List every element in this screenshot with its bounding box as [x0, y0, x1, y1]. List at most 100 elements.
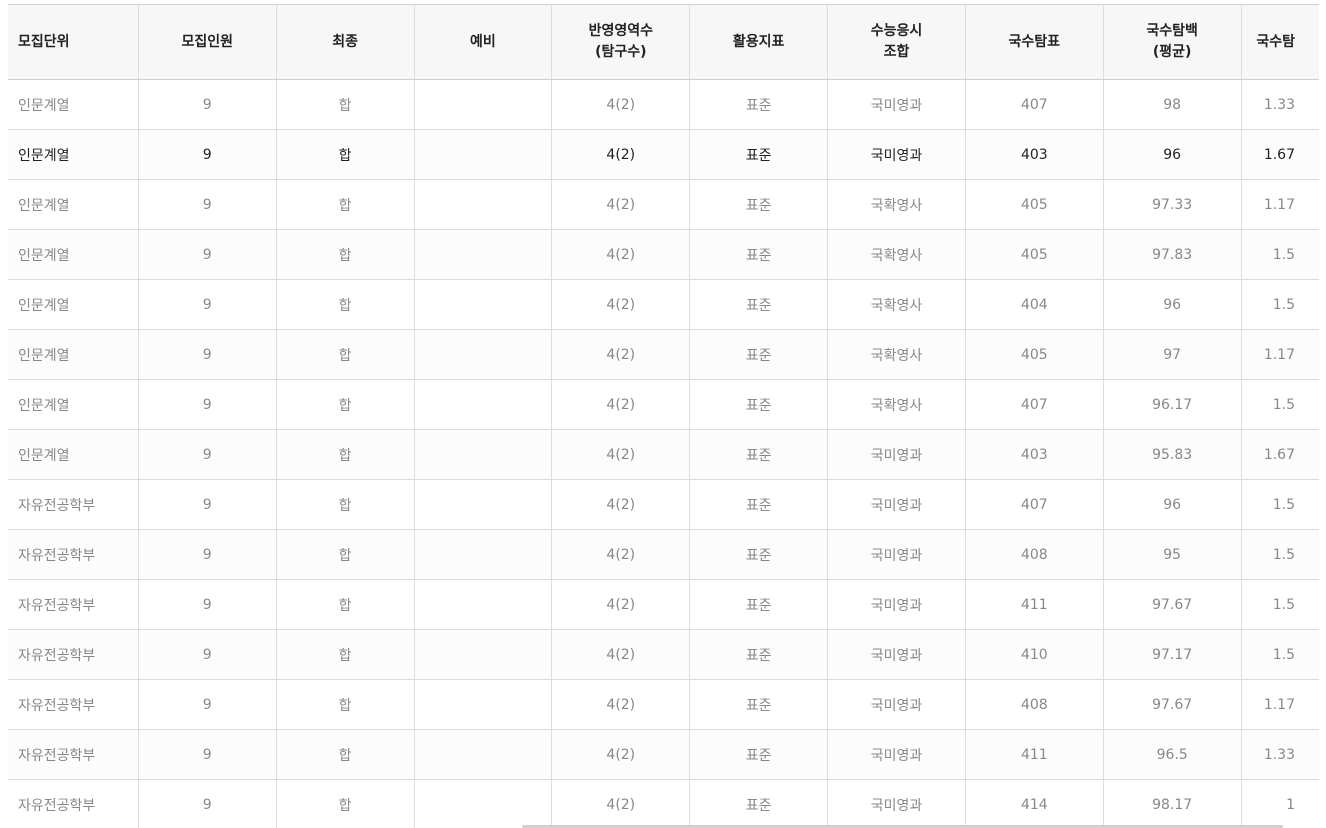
table-row: 인문계열 9 합 4(2) 표준 국확영사 405 97 1.17	[8, 329, 1319, 380]
header-label: 예비	[470, 33, 496, 50]
cell-grade: 1.17	[1240, 329, 1319, 380]
cell-area-count: 4(2)	[551, 529, 690, 580]
cell-percentile-avg: 96	[1102, 479, 1242, 530]
cell-recruit-count: 9	[137, 729, 277, 780]
cell-waitlist	[413, 529, 552, 580]
cell-final: 합	[275, 679, 415, 730]
header-label: 국수탐백	[1146, 23, 1198, 39]
cell-percentile-avg: 96.17	[1102, 379, 1242, 430]
cell-metric: 표준	[689, 279, 828, 330]
cell-recruit-count: 9	[137, 79, 277, 130]
header-label: 국수탐표	[1008, 33, 1061, 50]
cell-recruit-unit: 인문계열	[8, 179, 139, 230]
header-label: 반영영역수	[588, 23, 653, 39]
cell-exam-combo: 국확영사	[827, 179, 966, 230]
cell-grade: 1.67	[1240, 129, 1319, 180]
cell-exam-combo: 국미영과	[827, 729, 966, 780]
cell-exam-combo: 국확영사	[827, 329, 966, 380]
table-row: 자유전공학부 9 합 4(2) 표준 국미영과 411 97.67 1.5	[8, 579, 1319, 630]
cell-final: 합	[275, 129, 415, 180]
cell-area-count: 4(2)	[551, 329, 690, 380]
cell-waitlist	[413, 729, 552, 780]
results-table: 모집단위 모집인원 최종 예비 반영영역수 (탐구수) 활용지표 수능응시 조합 국수탐표 국수탐백…	[8, 4, 1319, 828]
cell-metric: 표준	[689, 629, 828, 680]
cell-grade: 1.67	[1240, 429, 1319, 480]
cell-exam-combo: 국미영과	[827, 129, 966, 180]
cell-recruit-unit: 자유전공학부	[8, 779, 139, 828]
cell-area-count: 4(2)	[551, 429, 690, 480]
cell-waitlist	[413, 329, 552, 380]
cell-area-count: 4(2)	[551, 629, 690, 680]
cell-waitlist	[413, 229, 552, 280]
cell-recruit-unit: 자유전공학부	[8, 479, 139, 530]
cell-final: 합	[275, 179, 415, 230]
cell-area-count: 4(2)	[551, 679, 690, 730]
cell-percentile-avg: 98	[1102, 79, 1242, 130]
cell-percentile-avg: 97.83	[1102, 229, 1242, 280]
header-label: 국수탐	[1256, 33, 1295, 50]
cell-recruit-count: 9	[137, 279, 277, 330]
cell-recruit-count: 9	[137, 129, 277, 180]
cell-exam-combo: 국확영사	[827, 279, 966, 330]
cell-final: 합	[275, 529, 415, 580]
cell-recruit-unit: 자유전공학부	[8, 629, 139, 680]
cell-area-count: 4(2)	[551, 779, 690, 828]
cell-metric: 표준	[689, 379, 828, 430]
table-row: 자유전공학부 9 합 4(2) 표준 국미영과 407 96 1.5	[8, 479, 1319, 530]
cell-std-score: 410	[964, 629, 1104, 680]
cell-percentile-avg: 97.67	[1102, 579, 1242, 630]
cell-grade: 1.5	[1240, 379, 1319, 430]
cell-std-score: 408	[964, 679, 1104, 730]
cell-std-score: 414	[964, 779, 1104, 828]
header-row: 모집단위 모집인원 최종 예비 반영영역수 (탐구수) 활용지표 수능응시 조합 국수탐표 국수탐백…	[8, 4, 1319, 80]
cell-metric: 표준	[689, 129, 828, 180]
cell-final: 합	[275, 429, 415, 480]
cell-exam-combo: 국미영과	[827, 429, 966, 480]
cell-std-score: 411	[964, 729, 1104, 780]
cell-percentile-avg: 95	[1102, 529, 1242, 580]
cell-recruit-unit: 자유전공학부	[8, 679, 139, 730]
cell-area-count: 4(2)	[551, 79, 690, 130]
cell-waitlist	[413, 479, 552, 530]
cell-recruit-unit: 자유전공학부	[8, 529, 139, 580]
table-row: 인문계열 9 합 4(2) 표준 국미영과 403 96 1.67	[8, 129, 1319, 180]
cell-percentile-avg: 96.5	[1102, 729, 1242, 780]
cell-recruit-unit: 인문계열	[8, 279, 139, 330]
cell-waitlist	[413, 779, 552, 828]
cell-grade: 1.17	[1240, 179, 1319, 230]
cell-std-score: 408	[964, 529, 1104, 580]
cell-waitlist	[413, 629, 552, 680]
header-metric: 활용지표	[689, 4, 828, 80]
header-area-count: 반영영역수 (탐구수)	[551, 4, 690, 80]
table-row: 자유전공학부 9 합 4(2) 표준 국미영과 408 95 1.5	[8, 529, 1319, 580]
cell-area-count: 4(2)	[551, 279, 690, 330]
cell-area-count: 4(2)	[551, 379, 690, 430]
cell-metric: 표준	[689, 679, 828, 730]
table-body: 인문계열 9 합 4(2) 표준 국미영과 407 98 1.33 인문계열 9 합 4(2) 표준 국미영…	[8, 79, 1319, 828]
cell-metric: 표준	[689, 79, 828, 130]
cell-metric: 표준	[689, 579, 828, 630]
header-grade: 국수탐	[1240, 4, 1319, 80]
cell-area-count: 4(2)	[551, 229, 690, 280]
cell-recruit-count: 9	[137, 329, 277, 380]
cell-std-score: 407	[964, 79, 1104, 130]
cell-waitlist	[413, 579, 552, 630]
cell-percentile-avg: 98.17	[1102, 779, 1242, 828]
header-label: (탐구수)	[595, 44, 647, 60]
table-row: 자유전공학부 9 합 4(2) 표준 국미영과 414 98.17 1	[8, 779, 1319, 828]
table-row: 자유전공학부 9 합 4(2) 표준 국미영과 408 97.67 1.17	[8, 679, 1319, 730]
cell-exam-combo: 국확영사	[827, 379, 966, 430]
header-label: (평균)	[1152, 44, 1192, 60]
cell-waitlist	[413, 679, 552, 730]
cell-recruit-count: 9	[137, 629, 277, 680]
results-table-viewport[interactable]: 모집단위 모집인원 최종 예비 반영영역수 (탐구수) 활용지표 수능응시 조합 국수탐표 국수탐백…	[8, 4, 1319, 828]
cell-grade: 1.5	[1240, 529, 1319, 580]
table-row: 인문계열 9 합 4(2) 표준 국미영과 403 95.83 1.67	[8, 429, 1319, 480]
cell-final: 합	[275, 779, 415, 828]
cell-metric: 표준	[689, 729, 828, 780]
cell-recruit-unit: 인문계열	[8, 429, 139, 480]
header-recruit-count: 모집인원	[137, 4, 277, 80]
cell-final: 합	[275, 229, 415, 280]
cell-metric: 표준	[689, 529, 828, 580]
cell-waitlist	[413, 429, 552, 480]
